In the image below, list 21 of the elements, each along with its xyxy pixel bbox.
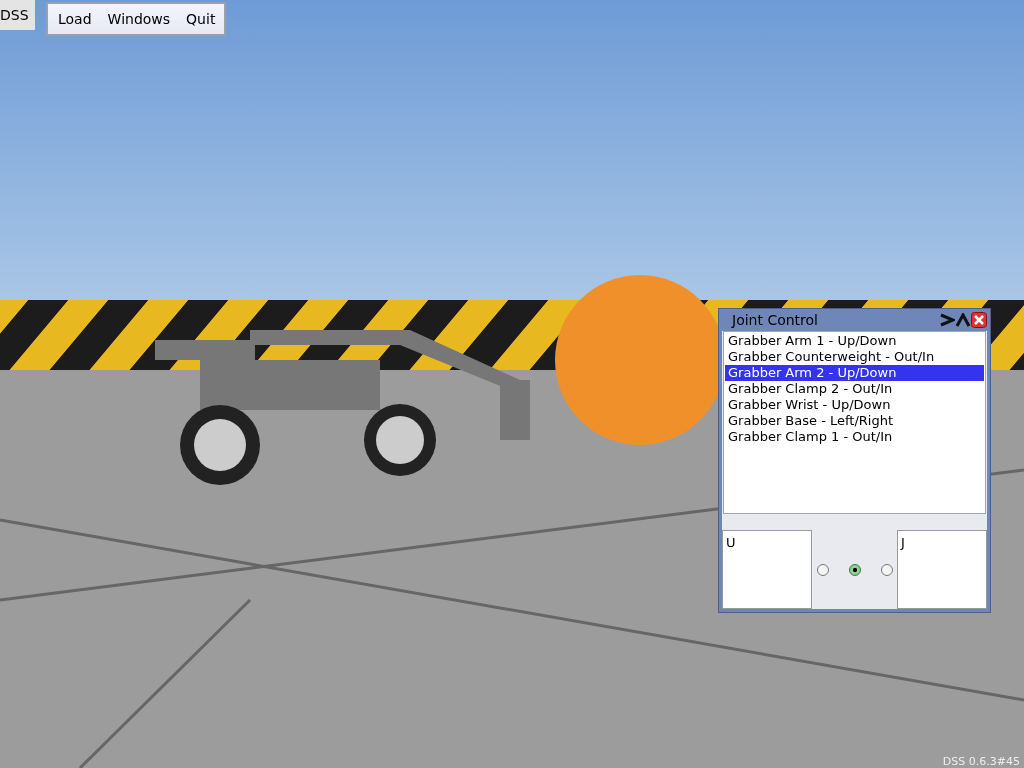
version-label: DSS 0.6.3#45 xyxy=(942,755,1020,768)
joint-list-item[interactable]: Grabber Wrist - Up/Down xyxy=(725,397,984,413)
chevron-right-icon[interactable] xyxy=(939,313,955,327)
radio-button[interactable] xyxy=(848,563,861,576)
menu-item[interactable]: Quit xyxy=(186,11,216,27)
menu-item[interactable]: Load xyxy=(58,11,92,27)
app-title: DSS xyxy=(0,0,35,30)
key-field[interactable]: U xyxy=(722,530,812,609)
joint-list-item[interactable]: Grabber Clamp 1 - Out/In xyxy=(725,429,984,445)
chevron-up-icon[interactable] xyxy=(955,313,971,327)
joint-list-item[interactable]: Grabber Counterweight - Out/In xyxy=(725,349,984,365)
joint-list-item[interactable]: Grabber Arm 1 - Up/Down xyxy=(725,333,984,349)
joint-list-item[interactable]: Grabber Clamp 2 - Out/In xyxy=(725,381,984,397)
close-icon[interactable] xyxy=(971,312,987,328)
window-title: Joint Control xyxy=(730,312,819,328)
menu-item[interactable]: Windows xyxy=(107,11,171,27)
radio-button[interactable] xyxy=(880,563,893,576)
key-field[interactable]: J xyxy=(897,530,987,609)
joint-list-item[interactable]: Grabber Arm 2 - Up/Down xyxy=(725,365,984,381)
radio-button[interactable] xyxy=(816,563,829,576)
joint-list-item[interactable]: Grabber Base - Left/Right xyxy=(725,413,984,429)
